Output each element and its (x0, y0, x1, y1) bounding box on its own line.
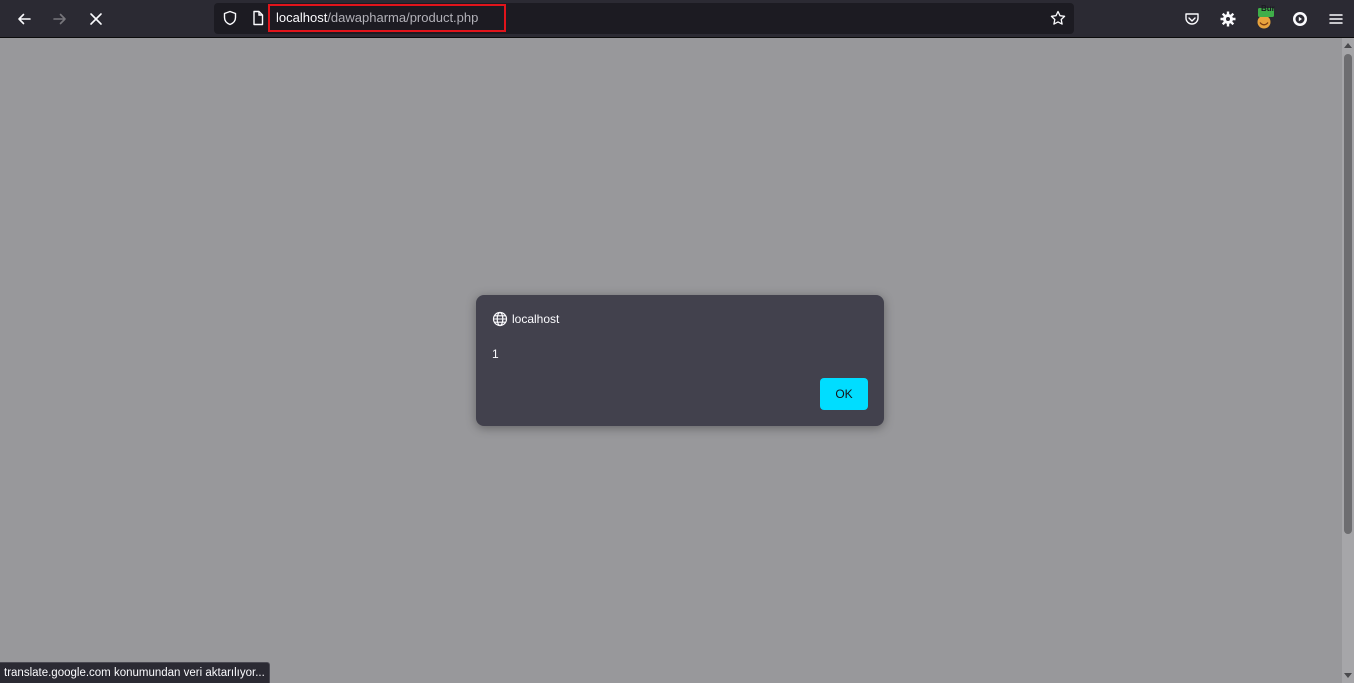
ok-button[interactable]: OK (820, 378, 868, 410)
extension-gear-button[interactable] (1214, 5, 1242, 33)
alert-dialog: localhost 1 OK (476, 295, 884, 426)
url-text[interactable]: localhost/dawapharma/product.php (276, 10, 478, 25)
url-host: localhost (276, 10, 328, 25)
circle-play-icon (1293, 12, 1307, 26)
hamburger-menu-icon (1329, 14, 1343, 24)
burp-badge-text: Bur (1261, 4, 1275, 13)
pocket-icon (1185, 13, 1199, 25)
dialog-header: localhost (492, 311, 559, 327)
stop-button[interactable] (82, 5, 110, 33)
browser-toolbar: localhost/dawapharma/product.php Bur (0, 0, 1354, 38)
url-bar[interactable]: localhost/dawapharma/product.php (214, 3, 1074, 34)
bookmark-star-icon[interactable] (1050, 10, 1066, 26)
account-extension-button[interactable] (1286, 5, 1314, 33)
burp-extension-button[interactable]: Bur (1250, 4, 1278, 33)
shield-icon[interactable] (222, 10, 238, 26)
vertical-scrollbar[interactable] (1342, 38, 1354, 683)
scrollbar-thumb[interactable] (1344, 54, 1352, 534)
page-icon[interactable] (250, 10, 266, 26)
back-button[interactable] (10, 5, 38, 33)
pocket-button[interactable] (1178, 5, 1206, 33)
dialog-origin: localhost (512, 312, 560, 326)
menu-button[interactable] (1322, 5, 1350, 33)
forward-button[interactable] (46, 5, 74, 33)
close-icon (90, 13, 102, 25)
back-arrow-icon (18, 13, 31, 25)
dialog-message: 1 (492, 347, 499, 361)
scroll-down-arrow-icon[interactable] (1342, 669, 1354, 683)
globe-icon (492, 311, 508, 327)
gear-icon (1220, 11, 1236, 27)
status-bar: translate.google.com konumundan veri akt… (0, 662, 270, 683)
scroll-up-arrow-icon[interactable] (1342, 38, 1354, 52)
url-path: /dawapharma/product.php (327, 10, 479, 25)
forward-arrow-icon (53, 13, 66, 25)
